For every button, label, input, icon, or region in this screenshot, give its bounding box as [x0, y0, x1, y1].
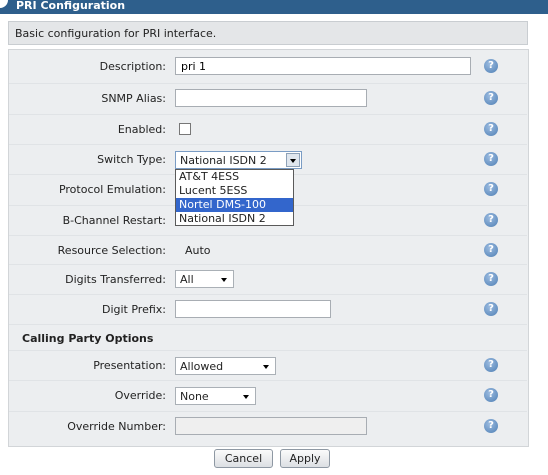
- override-value: None: [180, 390, 209, 403]
- digit-prefix-label: Digit Prefix:: [101, 303, 166, 316]
- switch-type-label: Switch Type:: [97, 153, 166, 166]
- row-digits-transferred: Digits Transferred: All ?: [9, 264, 527, 295]
- snmp-alias-input[interactable]: [175, 89, 367, 107]
- presentation-select[interactable]: Allowed: [175, 357, 276, 375]
- help-icon[interactable]: ?: [484, 419, 498, 433]
- page-title: PRI Configuration: [16, 0, 126, 12]
- enabled-checkbox[interactable]: [179, 123, 191, 135]
- chevron-down-icon: [221, 278, 227, 282]
- title-bar: PRI Configuration: [0, 0, 548, 14]
- help-icon[interactable]: ?: [484, 213, 498, 227]
- override-number-label: Override Number:: [67, 420, 166, 433]
- title-bar-corner: [0, 0, 8, 8]
- switch-type-option[interactable]: Lucent 5ESS: [176, 184, 293, 198]
- digits-transferred-select[interactable]: All: [175, 270, 234, 288]
- chevron-down-icon: [243, 395, 249, 399]
- switch-type-option-highlighted[interactable]: Nortel DMS-100: [176, 198, 293, 212]
- description-input[interactable]: [175, 57, 471, 75]
- override-select[interactable]: None: [175, 387, 256, 405]
- row-enabled: Enabled: ?: [9, 114, 527, 145]
- help-icon[interactable]: ?: [484, 302, 498, 316]
- switch-type-value: National ISDN 2: [180, 154, 267, 167]
- help-icon[interactable]: ?: [484, 388, 498, 402]
- digits-transferred-value: All: [180, 273, 194, 286]
- switch-type-option[interactable]: AT&T 4ESS: [176, 170, 293, 184]
- override-number-input: [175, 417, 367, 435]
- resource-selection-label: Resource Selection:: [57, 244, 166, 257]
- row-digit-prefix: Digit Prefix: ?: [9, 294, 527, 325]
- row-snmp-alias: SNMP Alias: ?: [9, 83, 527, 114]
- description-text: Basic configuration for PRI interface.: [15, 27, 217, 40]
- cancel-button[interactable]: Cancel: [214, 449, 273, 468]
- calling-party-heading: Calling Party Options: [22, 332, 154, 345]
- switch-type-dropdown[interactable]: AT&T 4ESS Lucent 5ESS Nortel DMS-100 Nat…: [175, 169, 294, 226]
- row-override-number: Override Number: ?: [9, 411, 527, 442]
- row-resource-selection: Resource Selection: Auto ?: [9, 235, 527, 266]
- row-description: Description: ?: [9, 52, 527, 82]
- help-icon[interactable]: ?: [484, 59, 498, 73]
- row-presentation: Presentation: Allowed ?: [9, 350, 527, 381]
- row-override: Override: None ?: [9, 380, 527, 411]
- digit-prefix-input[interactable]: [175, 300, 331, 318]
- help-icon[interactable]: ?: [484, 358, 498, 372]
- enabled-label: Enabled:: [117, 123, 166, 136]
- help-icon[interactable]: ?: [484, 272, 498, 286]
- help-icon[interactable]: ?: [484, 182, 498, 196]
- apply-button[interactable]: Apply: [280, 449, 330, 468]
- resource-selection-value: Auto: [185, 244, 211, 257]
- override-label: Override:: [114, 389, 166, 402]
- protocol-emulation-label: Protocol Emulation:: [58, 183, 166, 196]
- b-channel-restart-label: B-Channel Restart:: [62, 214, 166, 227]
- snmp-alias-label: SNMP Alias:: [101, 92, 166, 105]
- presentation-value: Allowed: [180, 360, 224, 373]
- description-label: Description:: [99, 60, 166, 73]
- presentation-label: Presentation:: [93, 359, 166, 372]
- help-icon[interactable]: ?: [484, 122, 498, 136]
- chevron-down-icon: [263, 365, 269, 369]
- digits-transferred-label: Digits Transferred:: [65, 273, 166, 286]
- description-banner: Basic configuration for PRI interface.: [8, 21, 528, 45]
- help-icon[interactable]: ?: [484, 243, 498, 257]
- help-icon[interactable]: ?: [484, 152, 498, 166]
- chevron-down-icon[interactable]: [286, 153, 300, 167]
- switch-type-option[interactable]: National ISDN 2: [176, 212, 293, 226]
- switch-type-select[interactable]: National ISDN 2: [175, 151, 302, 169]
- help-icon[interactable]: ?: [484, 91, 498, 105]
